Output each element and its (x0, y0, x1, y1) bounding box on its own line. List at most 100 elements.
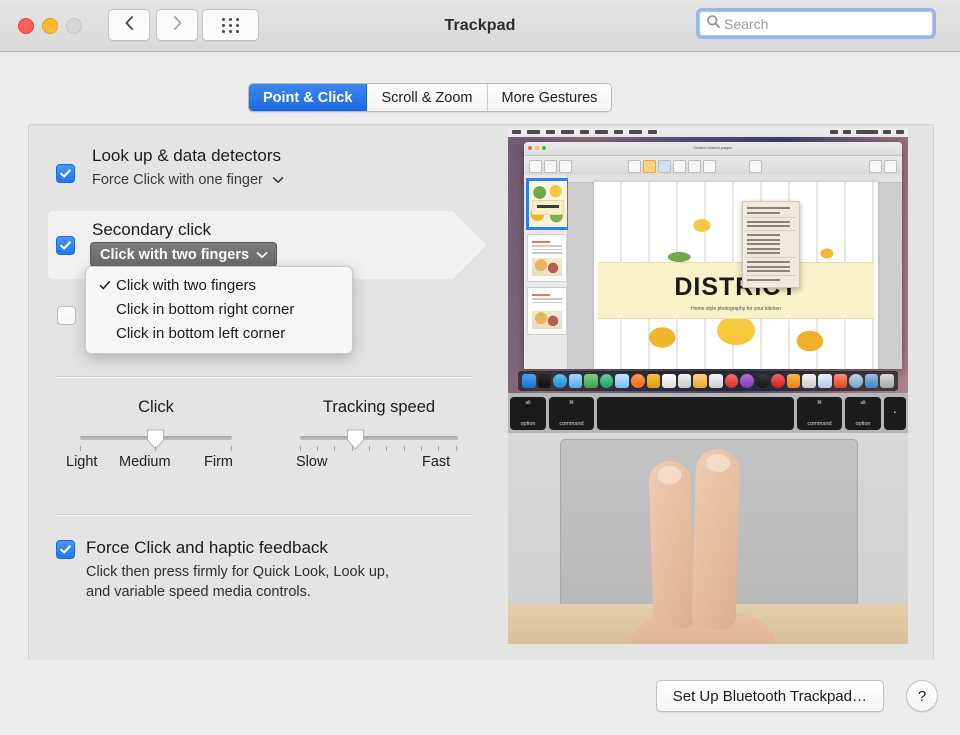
key-bottom-label: ▪ (894, 410, 896, 416)
divider-top (56, 376, 472, 378)
force-click-label: Force Click and haptic feedback (86, 538, 328, 557)
minimize-button[interactable] (42, 18, 58, 34)
key-spacebar (597, 396, 794, 430)
click-slider-title: Click (138, 398, 174, 416)
click-slider[interactable]: Click Light Medium Firm (56, 398, 256, 478)
preview-finger-middle (691, 448, 741, 630)
click-label-firm: Firm (204, 454, 233, 470)
preview-page-thumbnails (524, 175, 569, 369)
tracking-speed-title: Tracking speed (322, 398, 436, 416)
help-button[interactable]: ? (906, 680, 938, 712)
preview-keyboard-row: alt option ⌘ command ⌘ command alt optio… (508, 393, 908, 433)
key-option-left: alt option (510, 396, 546, 430)
setup-bluetooth-trackpad-button[interactable]: Set Up Bluetooth Trackpad… (655, 680, 884, 712)
tracking-speed-ticks (300, 446, 458, 452)
key-top-label: ⌘ (569, 399, 574, 406)
preview-document-title: District Market.pages (694, 145, 732, 150)
click-label-light: Light (66, 454, 98, 470)
chevron-right-icon (172, 15, 183, 36)
close-button[interactable] (18, 18, 34, 34)
show-all-grid-icon (221, 17, 240, 33)
click-label-medium: Medium (119, 454, 171, 470)
key-top-label: alt (525, 399, 531, 406)
menu-item-click-bottom-right[interactable]: Click in bottom right corner (86, 297, 352, 321)
preview-toolbar (524, 156, 902, 177)
window-footer: Set Up Bluetooth Trackpad… ? (0, 660, 960, 735)
preview-trackpad-area (508, 433, 908, 644)
checkmark-icon (94, 280, 116, 291)
preview-document-canvas: DISTRICT Home style photography for your… (568, 175, 902, 369)
tracking-speed-slider[interactable]: Tracking speed Slow Fast (286, 398, 472, 478)
key-top-label: alt (860, 399, 866, 406)
setting-force-click: Force Click and haptic feedback Click th… (56, 538, 486, 602)
menu-item-label: Click with two fingers (116, 276, 257, 294)
chevron-down-icon (272, 172, 284, 188)
search-placeholder: Search (724, 15, 769, 32)
tracking-label-slow: Slow (296, 454, 328, 470)
key-bottom-label: option (855, 420, 871, 427)
navigation-buttons (108, 9, 198, 41)
key-command-left: ⌘ command (549, 396, 594, 430)
os-menu-bar (508, 128, 908, 137)
preview-subtitle-text: Home style photography for your kitchen (691, 306, 781, 313)
search-icon (706, 14, 721, 34)
preview-window-body: DISTRICT Home style photography for your… (524, 175, 902, 369)
preview-finger-index (648, 460, 696, 630)
menu-bar-items (512, 130, 657, 134)
preview-thumbnail-page2 (527, 234, 567, 282)
menu-bar-status-items (830, 130, 904, 134)
preview-document-page: DISTRICT Home style photography for your… (594, 182, 878, 369)
preference-tabs: Point & Click Scroll & Zoom More Gesture… (248, 83, 613, 112)
key-bottom-label: command (559, 420, 584, 427)
preview-dock (518, 371, 898, 391)
menu-item-label: Click in bottom left corner (116, 324, 286, 342)
key-option-right: alt option (845, 396, 881, 430)
look-up-option-label: Force Click with one finger (92, 172, 263, 188)
tracking-label-fast: Fast (422, 454, 451, 470)
show-all-button[interactable] (202, 9, 259, 41)
key-bottom-label: option (520, 420, 536, 427)
force-click-checkbox[interactable] (56, 540, 75, 559)
tab-more-gestures[interactable]: More Gestures (487, 84, 612, 111)
menu-item-click-two-fingers[interactable]: Click with two fingers (86, 273, 352, 297)
search-input[interactable]: Search (699, 11, 933, 36)
divider-bottom (56, 514, 472, 516)
search-field-wrapper[interactable]: Search (696, 8, 936, 39)
key-command-right: ⌘ command (797, 396, 842, 430)
gesture-preview-video[interactable]: District Market.pages DISTRICT Home styl… (508, 128, 908, 644)
tracking-speed-track[interactable] (300, 436, 458, 440)
window-titlebar: Trackpad Search (0, 0, 960, 52)
tab-scroll-and-zoom[interactable]: Scroll & Zoom (367, 84, 488, 111)
force-click-description-line1: Click then press firmly for Quick Look, … (86, 564, 390, 580)
secondary-click-selected-value: Click with two fingers (100, 246, 250, 263)
force-click-description-line2: and variable speed media controls. (86, 584, 311, 600)
preview-window-titlebar: District Market.pages (524, 142, 902, 156)
key-bottom-label: command (807, 420, 832, 427)
preview-pages-window: District Market.pages DISTRICT Home styl… (524, 142, 902, 369)
preview-mac-screen: District Market.pages DISTRICT Home styl… (508, 128, 908, 393)
preview-context-menu (741, 200, 800, 288)
look-up-label: Look up & data detectors (92, 146, 282, 165)
zoom-button (66, 18, 82, 34)
back-button[interactable] (108, 9, 150, 41)
preview-thumbnail-page3 (527, 287, 567, 335)
question-mark-icon: ? (917, 687, 927, 705)
chevron-down-icon (256, 247, 268, 263)
secondary-click-dropdown-menu: Click with two fingers Click in bottom r… (85, 266, 353, 354)
menu-item-click-bottom-left[interactable]: Click in bottom left corner (86, 321, 352, 345)
key-arrow: ▪ (884, 396, 906, 430)
look-up-option[interactable]: Force Click with one finger (92, 172, 284, 188)
menu-item-label: Click in bottom right corner (116, 300, 295, 318)
look-up-checkbox[interactable] (56, 164, 75, 183)
trackpad-preferences-window: Trackpad Search Point & Click Scroll & Z… (0, 0, 960, 735)
forward-button[interactable] (156, 9, 198, 41)
tab-point-and-click[interactable]: Point & Click (249, 84, 368, 111)
preview-headline-band: DISTRICT Home style photography for your… (598, 262, 874, 319)
preview-headline-text: DISTRICT (674, 273, 798, 302)
preview-thumbnail-page1 (527, 179, 569, 229)
click-slider-ticks (80, 446, 232, 452)
secondary-click-checkbox[interactable] (56, 236, 75, 255)
secondary-click-popup-button[interactable]: Click with two fingers (90, 242, 278, 267)
tap-to-click-checkbox[interactable] (57, 306, 76, 325)
traffic-lights (18, 18, 82, 34)
